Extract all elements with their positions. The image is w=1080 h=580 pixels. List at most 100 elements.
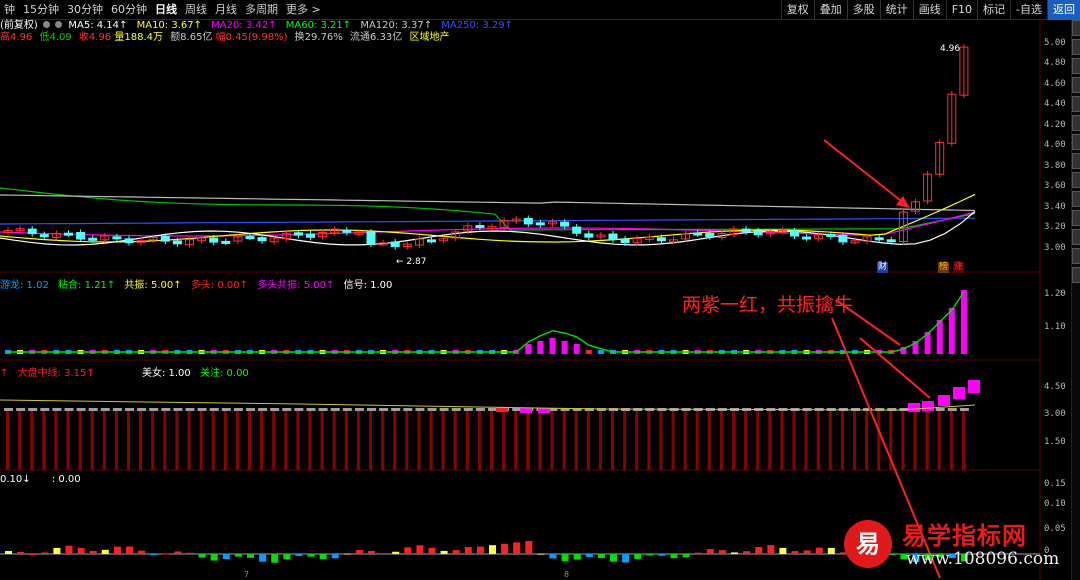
indicator2-stick xyxy=(574,410,578,470)
indicator2-cap xyxy=(282,408,292,411)
indicator3-bar xyxy=(29,553,37,555)
indicator2-cap xyxy=(512,408,522,411)
indicator1-bar xyxy=(525,344,532,354)
candle-body xyxy=(39,234,49,238)
indicator2-cap xyxy=(258,408,268,411)
indicator3-legend: 0.10↓ : 0.00 xyxy=(0,474,81,485)
indicator2-cap xyxy=(959,408,969,411)
indicator2-cap xyxy=(439,408,449,411)
indicator2-stick xyxy=(562,410,566,470)
indicator2-stick xyxy=(441,410,445,470)
signal-value: 信号: 1.00 xyxy=(343,280,393,291)
indicator2-stick xyxy=(102,410,106,470)
indicator2-cap xyxy=(112,408,122,411)
indicator2-axis-label: 3.00 xyxy=(1044,409,1066,419)
indicator3-bar xyxy=(41,552,49,554)
indicator2-stick xyxy=(744,410,748,470)
indicator2-stick xyxy=(223,410,227,470)
indicator3-bar xyxy=(694,552,702,554)
indicator2-stick xyxy=(538,410,542,470)
tool-icon[interactable] xyxy=(1072,58,1080,74)
indicator2-cap xyxy=(367,408,376,411)
indicator3-bar xyxy=(743,551,751,554)
indicator3-bar xyxy=(77,548,85,554)
indicator2-cap xyxy=(173,408,183,411)
indicator1-bar xyxy=(597,350,604,354)
indicator2-stick xyxy=(18,410,22,470)
indicator2-stick xyxy=(114,410,118,470)
tool-icon[interactable] xyxy=(1072,191,1080,207)
indicator3-bar xyxy=(404,547,412,554)
indicator2-cap xyxy=(463,408,473,411)
candle-body xyxy=(475,225,485,229)
indicator2-cap xyxy=(185,408,195,411)
indicator2-stick xyxy=(320,410,324,470)
watermark-title: 易学指标网 xyxy=(902,522,1027,550)
candle-body xyxy=(886,239,896,243)
indicator2-stick xyxy=(356,410,360,470)
gongzhen-value: 共振: 5.00↑ xyxy=(124,280,182,291)
tool-icon[interactable] xyxy=(1072,39,1080,55)
indicator2-cap xyxy=(318,408,328,411)
indicator3-bar xyxy=(718,550,726,554)
indicator2-stick xyxy=(369,410,372,470)
indicator3-bar xyxy=(392,551,400,554)
candle-body xyxy=(656,237,666,242)
indicator2-cap xyxy=(76,408,86,411)
indicator3-bar xyxy=(53,547,61,554)
indicator2-cap xyxy=(391,408,401,411)
tool-icon[interactable] xyxy=(1072,210,1080,226)
indicator3-bar xyxy=(416,545,424,554)
price-axis-label: 4.60 xyxy=(1044,79,1066,89)
tool-icon[interactable] xyxy=(1072,153,1080,169)
indicator2-stick xyxy=(6,410,9,470)
indicator3-bar xyxy=(585,554,593,557)
indicator3-bar xyxy=(634,554,642,559)
tool-icon[interactable] xyxy=(1072,248,1080,264)
indicator2-stick xyxy=(187,410,191,470)
indicator3-bar xyxy=(476,546,484,554)
tool-icon[interactable] xyxy=(1072,20,1080,36)
indicator2-block xyxy=(938,395,950,406)
indicator2-stick xyxy=(707,410,711,470)
indicator2-cap xyxy=(330,408,340,411)
indicator2-stick xyxy=(586,410,590,470)
rank-badge[interactable]: 榜 xyxy=(938,262,950,273)
indicator2-stick xyxy=(502,410,506,470)
candle-body xyxy=(523,217,533,225)
price-axis-label: 3.20 xyxy=(1044,222,1066,232)
candle-body xyxy=(535,222,545,226)
indicator3-bar xyxy=(380,553,388,555)
tool-icon[interactable] xyxy=(1072,267,1080,283)
indicator2-stick xyxy=(877,410,881,470)
limit-up-badge[interactable]: 涨 xyxy=(953,262,965,273)
finance-badge[interactable]: 财 xyxy=(877,262,889,273)
candle-body xyxy=(390,241,400,247)
price-axis-label: 4.20 xyxy=(1044,120,1066,130)
tool-icon[interactable] xyxy=(1072,134,1080,150)
indicator1-bar xyxy=(585,350,592,354)
indicator2-stick xyxy=(78,410,82,470)
tool-icon[interactable] xyxy=(1072,229,1080,245)
indicator3-bar xyxy=(113,546,121,554)
tool-icon[interactable] xyxy=(1072,77,1080,93)
tool-icon[interactable] xyxy=(1072,172,1080,188)
watermark-url: www.108096.com xyxy=(906,549,1060,569)
tool-icon[interactable] xyxy=(1072,96,1080,112)
indicator2-stick xyxy=(828,410,832,470)
tool-icon[interactable] xyxy=(1072,115,1080,131)
indicator3-bar xyxy=(65,545,73,554)
indicator2-stick xyxy=(54,410,58,470)
indicator3-bar xyxy=(597,554,605,559)
indicator2-stick xyxy=(405,410,409,470)
indicator2-stick xyxy=(840,410,844,470)
candle-body xyxy=(64,232,73,236)
indicator2-cap xyxy=(137,408,147,411)
indicator2-stick xyxy=(913,410,917,470)
candle-body xyxy=(741,228,751,233)
price-axis-label: 3.40 xyxy=(1044,202,1066,212)
indicator2-stick xyxy=(853,410,856,470)
indicator2-cap xyxy=(403,408,413,411)
indicator2-stick xyxy=(465,410,469,470)
candle-body xyxy=(172,240,182,245)
